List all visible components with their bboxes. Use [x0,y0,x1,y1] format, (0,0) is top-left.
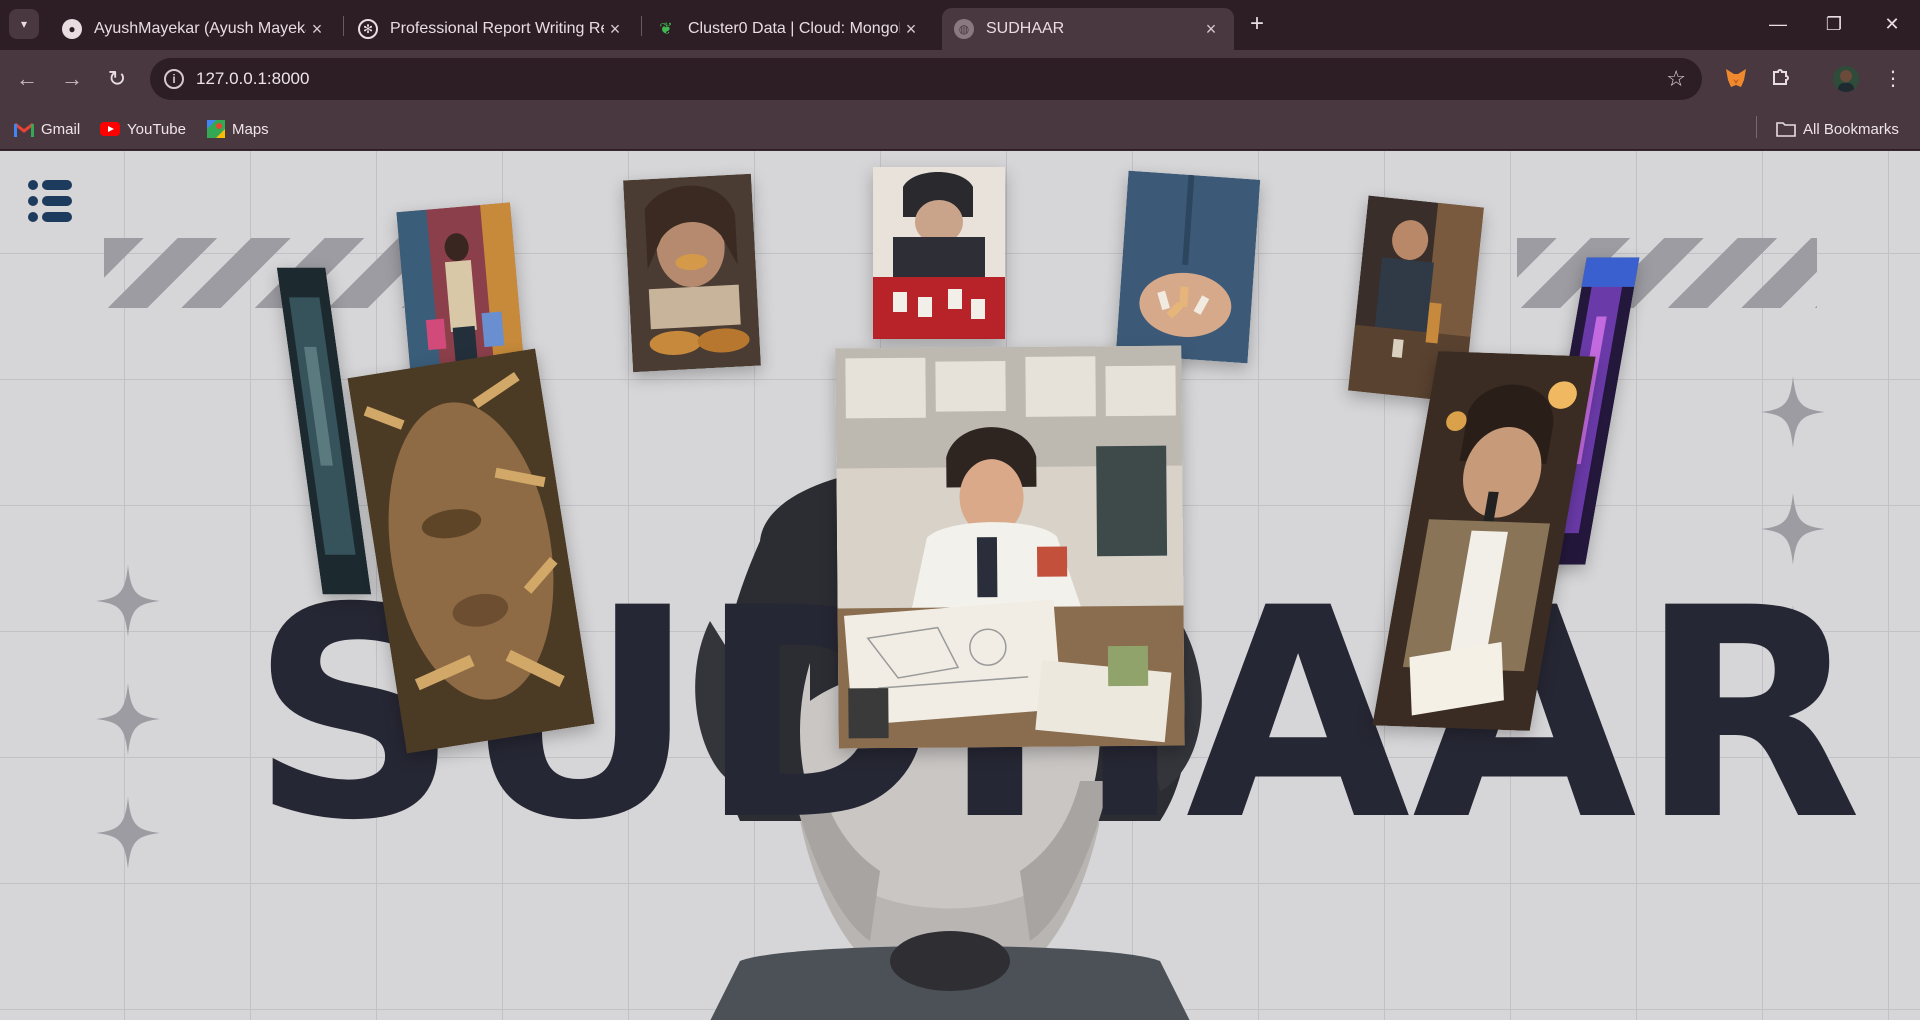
tab-search-button[interactable]: ▾ [9,9,39,39]
close-icon[interactable]: × [1200,19,1222,40]
bookmark-maps[interactable]: Maps [207,116,269,142]
bookmark-label: YouTube [127,120,186,138]
minimize-button[interactable]: — [1758,8,1798,40]
bookmark-label: Maps [232,120,269,138]
gmail-icon [14,122,34,137]
back-button[interactable]: ← [12,64,42,94]
close-icon[interactable]: × [306,19,328,40]
sparkle-icon [96,565,160,637]
forward-button[interactable]: → [57,64,87,94]
mongodb-leaf-icon: ❦ [659,21,673,38]
bookmark-label: All Bookmarks [1803,120,1899,138]
tab-mongodb[interactable]: ❦ Cluster0 Data | Cloud: MongoDB × [644,8,934,50]
tab-github[interactable]: ● AyushMayekar (Ayush Mayekar) × [50,8,340,50]
bookmark-youtube[interactable]: YouTube [100,116,186,142]
globe-icon: ◍ [954,19,974,39]
tab-title: Cluster0 Data | Cloud: MongoDB [688,20,900,37]
bookmark-gmail[interactable]: Gmail [14,116,80,142]
photo-gambling-cards [873,167,1005,339]
decorative-stripes-left [104,238,404,308]
all-bookmarks-button[interactable]: All Bookmarks [1776,116,1899,142]
url-text[interactable]: 127.0.0.1:8000 [196,69,309,89]
bookmarks-bar [0,108,1920,150]
close-window-button[interactable]: ✕ [1872,8,1912,40]
site-info-icon[interactable]: i [164,69,184,89]
close-icon[interactable]: × [604,19,626,40]
reload-button[interactable]: ↻ [102,64,132,94]
tab-separator [641,16,642,36]
openai-icon: ✻ [358,19,378,39]
extensions-puzzle-icon[interactable] [1768,66,1794,92]
github-icon: ● [62,19,82,39]
sparkle-icon [96,683,160,755]
tab-title: SUDHAAR [986,20,1065,37]
menu-list-icon[interactable] [26,177,74,225]
close-icon[interactable]: × [900,19,922,40]
photo-overworked-engineer [835,345,1185,749]
sparkle-icon [1761,376,1825,448]
tab-title: Professional Report Writing Req [390,20,604,37]
tab-sudhaar[interactable]: ◍ SUDHAAR × [942,8,1234,50]
tab-chatgpt[interactable]: ✻ Professional Report Writing Req × [346,8,638,50]
bookmarks-separator [1756,116,1757,138]
metamask-fox-icon[interactable] [1723,66,1749,92]
maps-icon [207,120,225,138]
photo-cigarette-butts-hands [1115,170,1261,364]
tab-separator [343,16,344,36]
new-tab-button[interactable]: + [1244,12,1270,38]
tab-title: AyushMayekar (Ayush Mayekar) [94,20,306,37]
bookmark-label: Gmail [41,120,81,138]
profile-avatar[interactable] [1833,66,1859,92]
kebab-menu-icon[interactable]: ⋮ [1880,66,1906,92]
youtube-icon [100,122,120,136]
address-bar[interactable]: i 127.0.0.1:8000 ☆ [150,58,1702,100]
bookmark-star-icon[interactable]: ☆ [1666,66,1686,92]
sparkle-icon [96,797,160,869]
folder-icon [1776,121,1796,137]
photo-eating-burgers [623,173,761,373]
sudhaar-landing-page: SUDHAAR [0,151,1920,1020]
decorative-stripes-right [1517,238,1817,308]
restore-button[interactable]: ❐ [1814,8,1854,40]
